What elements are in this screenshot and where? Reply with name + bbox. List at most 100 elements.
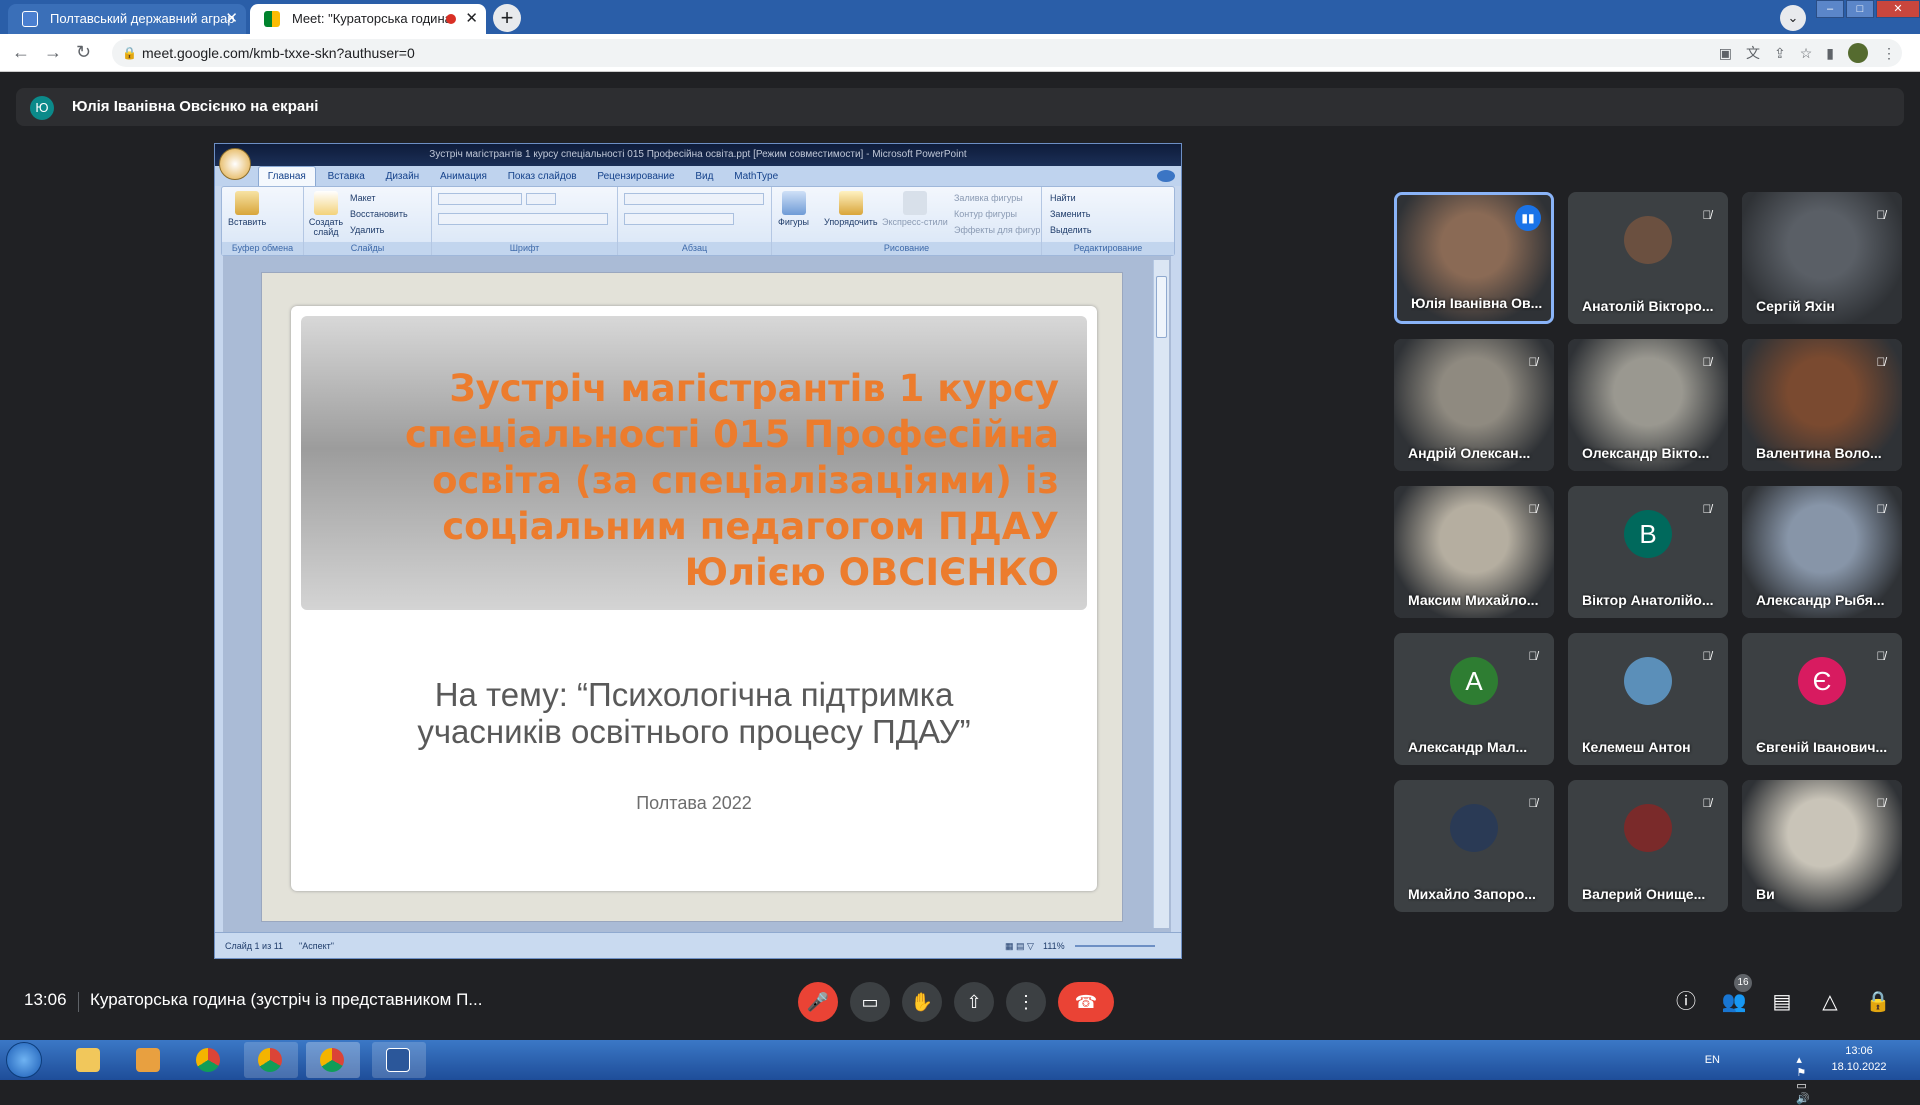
fill-button[interactable]: Заливка фигуры [954, 193, 1023, 203]
start-button[interactable] [6, 1042, 42, 1078]
taskbar-chrome-1[interactable] [182, 1042, 236, 1078]
meeting-info-icon[interactable]: ⓘ [1670, 986, 1702, 1018]
ribbon-tab-animation[interactable]: Анимация [431, 167, 496, 187]
participant-tile[interactable]: 🎙̸ Андрій Олексан... [1394, 339, 1554, 471]
meeting-title: Кураторська година (зустріч із представн… [90, 990, 483, 1009]
host-controls-icon[interactable]: 🔒 [1862, 986, 1894, 1018]
taskbar-word[interactable] [372, 1042, 426, 1078]
new-slide-button[interactable]: Создать слайд [308, 191, 344, 237]
participant-tile[interactable]: 🎙̸ Максим Михайло... [1394, 486, 1554, 618]
raise-hand-icon[interactable]: ✋ [902, 982, 942, 1022]
outline-button[interactable]: Контур фигуры [954, 209, 1017, 219]
close-icon[interactable]: ✕ [225, 4, 238, 34]
forward-icon[interactable]: → [44, 42, 62, 63]
bookmark-star-icon[interactable]: ☆ [1800, 39, 1813, 67]
translate-icon[interactable]: 文 [1746, 39, 1760, 67]
taskbar-chrome-3[interactable] [306, 1042, 360, 1078]
muted-mic-icon: 🎙̸ [1528, 502, 1538, 516]
muted-mic-icon: 🎙̸ [1702, 208, 1712, 222]
tray-icons[interactable]: ▴ ⚑ ▭ 🔊 [1796, 1053, 1810, 1105]
more-options-icon[interactable]: ⋮ [1006, 982, 1046, 1022]
participant-tile[interactable]: 🎙̸ Валентина Воло... [1742, 339, 1902, 471]
participant-tile[interactable]: 🎙̸ Сергій Яхін [1742, 192, 1902, 324]
ribbon-tab-home[interactable]: Главная [257, 166, 316, 187]
ribbon-tab-slideshow[interactable]: Показ слайдов [499, 167, 586, 187]
participant-avatar: В [1624, 510, 1672, 558]
taskbar-chrome-2[interactable] [244, 1042, 298, 1078]
media-player-icon [136, 1048, 160, 1072]
participant-tile[interactable]: 🎙̸ Олександр Вікто... [1568, 339, 1728, 471]
slide-subtitle: На тему: “Психологічна підтримка учасник… [417, 676, 971, 750]
window-close-icon[interactable]: ✕ [1876, 0, 1920, 18]
layout-button[interactable]: Макет [350, 193, 375, 203]
font-size-field[interactable] [526, 193, 556, 205]
help-icon[interactable] [1157, 170, 1175, 182]
participant-tile[interactable]: А 🎙̸ Александр Мал... [1394, 633, 1554, 765]
participant-name: Михайло Запоро... [1408, 886, 1536, 902]
participant-tile[interactable]: 🎙̸ Ви [1742, 780, 1902, 912]
vertical-scrollbar[interactable] [1153, 260, 1169, 928]
profile-avatar[interactable] [1848, 43, 1868, 63]
participant-tile[interactable]: В 🎙̸ Віктор Анатолійо... [1568, 486, 1728, 618]
chat-icon[interactable]: ▤ [1766, 986, 1798, 1018]
reload-icon[interactable]: ↻ [76, 42, 91, 63]
view-buttons[interactable]: ▦ ▤ ▽ [1005, 933, 1034, 959]
close-icon[interactable]: ✕ [465, 4, 478, 34]
minimize-icon[interactable]: – [1816, 0, 1844, 18]
taskbar-media-player[interactable] [122, 1042, 176, 1078]
microphone-off-icon[interactable]: 🎤 [798, 982, 838, 1022]
camera-icon[interactable]: ▣ [1719, 39, 1732, 67]
participant-tile[interactable]: Є 🎙̸ Євгеній Іванович... [1742, 633, 1902, 765]
select-button[interactable]: Выделить [1050, 225, 1092, 235]
delete-button[interactable]: Удалить [350, 225, 384, 235]
url-field[interactable]: 🔒 meet.google.com/kmb-txxe-skn?authuser=… [112, 39, 1902, 67]
replace-button[interactable]: Заменить [1050, 209, 1090, 219]
group-label: Слайды [304, 242, 431, 255]
menu-dots-icon[interactable]: ⋮ [1882, 39, 1896, 67]
share-icon[interactable]: ⇪ [1774, 39, 1786, 67]
find-button[interactable]: Найти [1050, 193, 1076, 203]
taskbar-explorer[interactable] [62, 1042, 116, 1078]
side-panel-icon[interactable]: ▮ [1826, 39, 1834, 67]
quick-styles-button[interactable]: Экспресс-стили [882, 191, 948, 227]
ribbon-tab-review[interactable]: Рецензирование [588, 167, 683, 187]
new-tab-button[interactable]: + [493, 4, 521, 32]
reset-button[interactable]: Восстановить [350, 209, 408, 219]
arrange-button[interactable]: Упорядочить [824, 191, 878, 227]
participant-tile[interactable]: 🎙̸ Валерий Онище... [1568, 780, 1728, 912]
chrome-icon [196, 1048, 220, 1072]
ribbon-tab-mathtype[interactable]: MathType [725, 167, 787, 187]
present-screen-icon[interactable]: ⇧ [954, 982, 994, 1022]
participant-tile[interactable]: ▮▮ Юлія Іванівна Ов... [1394, 192, 1554, 324]
participant-tile[interactable]: 🎙̸ Михайло Запоро... [1394, 780, 1554, 912]
tab-agrarian-university[interactable]: Полтавський державний аграр ✕ [8, 4, 246, 34]
maximize-icon[interactable]: □ [1846, 0, 1874, 18]
align-buttons[interactable] [624, 213, 734, 225]
participant-tile[interactable]: 🎙̸ Келемеш Антон [1568, 633, 1728, 765]
chrome-icon [258, 1048, 282, 1072]
list-buttons[interactable] [624, 193, 764, 205]
ribbon-tab-view[interactable]: Вид [686, 167, 722, 187]
tab-search-icon[interactable]: ⌄ [1780, 5, 1806, 31]
font-format-buttons[interactable] [438, 213, 608, 225]
tray-date: 18.10.2022 [1831, 1061, 1887, 1073]
office-button-icon[interactable] [219, 148, 251, 180]
back-icon[interactable]: ← [12, 42, 30, 63]
camera-icon[interactable]: ▭ [850, 982, 890, 1022]
font-name-field[interactable] [438, 193, 522, 205]
zoom-slider[interactable] [1075, 945, 1155, 947]
effects-button[interactable]: Эффекты для фигур [954, 225, 1040, 235]
ribbon-tab-design[interactable]: Дизайн [377, 167, 429, 187]
participant-name: Максим Михайло... [1408, 592, 1539, 608]
language-indicator[interactable]: EN [1705, 1054, 1720, 1066]
leave-call-button[interactable]: ☎ [1058, 982, 1114, 1022]
participant-tile[interactable]: 🎙̸ Александр Рыбя... [1742, 486, 1902, 618]
paste-button[interactable]: Вставить [228, 191, 266, 227]
tab-meet[interactable]: Meet: "Кураторська година ✕ [250, 4, 486, 34]
participant-tile[interactable]: 🎙̸ Анатолій Вікторо... [1568, 192, 1728, 324]
ribbon-tab-insert[interactable]: Вставка [319, 167, 374, 187]
participant-avatar [1450, 804, 1498, 852]
activities-icon[interactable]: △ [1814, 986, 1846, 1018]
scroll-thumb[interactable] [1156, 276, 1167, 338]
shapes-button[interactable]: Фигуры [778, 191, 809, 227]
